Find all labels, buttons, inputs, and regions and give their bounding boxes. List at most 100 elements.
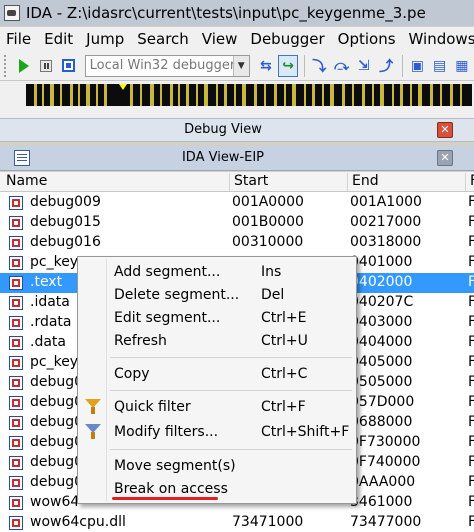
column-header-r[interactable]: F bbox=[465, 173, 474, 191]
play-icon bbox=[18, 58, 29, 73]
modules-button[interactable]: ▦ bbox=[452, 55, 472, 77]
pause-process-button[interactable] bbox=[36, 55, 56, 77]
nav-segment bbox=[204, 84, 208, 106]
menu-item-delete-segment[interactable]: Delete segment... Del bbox=[78, 284, 356, 306]
panel-gap bbox=[0, 109, 474, 118]
funnel-edit-icon bbox=[85, 424, 101, 439]
terminate-process-button[interactable] bbox=[58, 55, 78, 77]
segment-icon bbox=[9, 516, 23, 530]
debug-view-title: Debug View bbox=[184, 122, 262, 137]
nav-segment bbox=[224, 84, 227, 106]
nav-segment bbox=[60, 84, 62, 106]
menu-windows[interactable]: Windows bbox=[409, 30, 474, 48]
toolbar-separator bbox=[304, 54, 306, 77]
segment-icon bbox=[9, 236, 23, 250]
segment-icon bbox=[9, 416, 23, 430]
step-out-button[interactable]: ⤴ bbox=[376, 55, 396, 77]
chevron-down-icon[interactable]: ▼ bbox=[232, 55, 249, 76]
close-debug-view-button[interactable]: ✕ bbox=[437, 122, 453, 138]
menu-item-move-segments[interactable]: Move segment(s) bbox=[78, 455, 356, 477]
nav-segment bbox=[284, 84, 286, 106]
ida-app-icon bbox=[4, 5, 20, 21]
table-row[interactable]: debug009 001A0000 001A1000 F bbox=[0, 193, 474, 213]
table-row[interactable]: debug015 001B0000 00217000 F bbox=[0, 213, 474, 233]
menu-view[interactable]: View bbox=[202, 30, 238, 48]
menu-options[interactable]: Options bbox=[338, 30, 396, 48]
close-ida-view-button[interactable]: ✕ bbox=[437, 150, 453, 166]
stop-icon bbox=[62, 59, 76, 72]
nav-segment bbox=[418, 84, 422, 106]
run-to-cursor-button[interactable]: ⇲ bbox=[354, 55, 374, 77]
menu-item-add-segment[interactable]: Add segment... Ins bbox=[78, 261, 356, 283]
menu-item-quick-filter[interactable]: Quick filter Ctrl+F bbox=[78, 396, 356, 418]
nav-segment bbox=[86, 84, 90, 106]
step-out-icon: ⤴ bbox=[379, 58, 394, 75]
nav-segment bbox=[440, 84, 442, 106]
table-row[interactable]: wow64cpu.dll 73471000 73477000 F bbox=[0, 513, 474, 532]
menu-file[interactable]: File bbox=[6, 30, 31, 48]
step-over-button[interactable]: ⤼ bbox=[331, 55, 351, 77]
nav-segment bbox=[242, 84, 246, 106]
nav-segment bbox=[460, 84, 462, 106]
segment-icon bbox=[9, 296, 23, 310]
nav-segment bbox=[400, 84, 403, 106]
menu-separator bbox=[110, 390, 352, 391]
segment-icon bbox=[9, 256, 23, 270]
nav-segment bbox=[380, 84, 384, 106]
nav-segment bbox=[160, 84, 162, 106]
nav-segment bbox=[42, 84, 44, 106]
segment-icon bbox=[9, 276, 23, 290]
table-row[interactable]: debug016 00310000 00318000 F bbox=[0, 233, 474, 253]
debug-view-titlebar[interactable]: Debug View ✕ bbox=[0, 118, 474, 142]
menu-search[interactable]: Search bbox=[137, 30, 189, 48]
nav-segment bbox=[216, 84, 218, 106]
step-icon: ↪ bbox=[282, 57, 294, 74]
nav-segment bbox=[130, 84, 133, 106]
navigation-band-area bbox=[0, 81, 474, 109]
menu-item-copy[interactable]: Copy Ctrl+C bbox=[78, 363, 356, 385]
breakpoint-list-button[interactable]: ▣ bbox=[407, 55, 427, 77]
debugger-select[interactable]: Local Win32 debugger ▼ bbox=[84, 54, 250, 77]
segment-context-menu: Add segment... Ins Delete segment... Del… bbox=[77, 256, 357, 504]
menu-item-modify-filters[interactable]: Modify filters... Ctrl+Shift+F bbox=[78, 421, 356, 443]
threads-button[interactable]: ▤ bbox=[429, 55, 449, 77]
nav-segment bbox=[312, 84, 315, 106]
nav-segment bbox=[304, 84, 306, 106]
menu-debugger[interactable]: Debugger bbox=[250, 30, 324, 48]
attach-button[interactable]: ⇆ bbox=[256, 55, 276, 77]
menu-item-edit-segment[interactable]: Edit segment... Ctrl+E bbox=[78, 307, 356, 329]
nav-segment bbox=[274, 84, 277, 106]
menu-bar: File Edit Jump Search View Debugger Opti… bbox=[0, 27, 474, 51]
toolbar-separator bbox=[402, 54, 404, 77]
nav-segment bbox=[150, 84, 154, 106]
menu-jump[interactable]: Jump bbox=[86, 30, 124, 48]
nav-segment bbox=[104, 84, 107, 106]
segment-icon bbox=[9, 476, 23, 490]
ida-view-titlebar[interactable]: IDA View-EIP ✕ bbox=[0, 146, 474, 171]
segment-icon bbox=[9, 196, 23, 210]
nav-segment bbox=[234, 84, 236, 106]
step-over-source-button[interactable]: ↪ bbox=[277, 54, 299, 77]
column-header-name[interactable]: Name bbox=[0, 173, 229, 191]
step-into-button[interactable]: ⤵ bbox=[309, 55, 329, 77]
segment-icon bbox=[9, 316, 23, 330]
segment-icon bbox=[9, 356, 23, 370]
segment-icon bbox=[9, 336, 23, 350]
menu-edit[interactable]: Edit bbox=[44, 30, 73, 48]
menu-item-refresh[interactable]: Refresh Ctrl+U bbox=[78, 330, 356, 352]
window-icon: ▣ bbox=[410, 57, 424, 74]
segment-icon bbox=[9, 456, 23, 470]
toolbar-grip[interactable] bbox=[4, 54, 8, 77]
navigation-band[interactable] bbox=[26, 84, 472, 106]
column-header-start[interactable]: Start bbox=[229, 173, 347, 191]
nav-segment bbox=[292, 84, 296, 106]
nav-segment bbox=[330, 84, 334, 106]
step-over-icon: ⤼ bbox=[334, 57, 350, 74]
window-title: IDA - Z:\idasrc\current\tests\input\pc_k… bbox=[26, 4, 426, 22]
nav-segment bbox=[34, 84, 37, 106]
start-process-button[interactable] bbox=[14, 55, 34, 77]
column-header-end[interactable]: End bbox=[347, 173, 465, 191]
menu-item-break-on-access[interactable]: Break on access bbox=[78, 478, 356, 500]
nav-segment bbox=[186, 84, 189, 106]
debugger-select-value: Local Win32 debugger bbox=[89, 58, 236, 73]
